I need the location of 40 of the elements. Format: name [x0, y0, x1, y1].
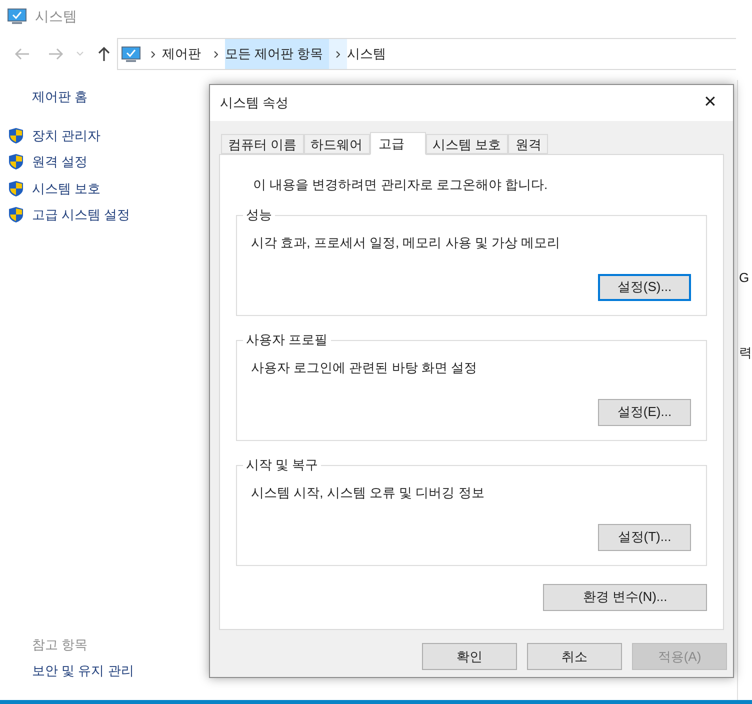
sidebar-link[interactable]: 원격 설정 [32, 152, 88, 172]
up-icon[interactable] [97, 46, 111, 62]
chevron-icon[interactable] [214, 50, 218, 58]
chevron-icon[interactable] [336, 50, 340, 58]
breadcrumb-item[interactable]: 제어판 [162, 39, 207, 69]
sidebar-link[interactable]: 고급 시스템 설정 [32, 205, 130, 224]
sidebar-link[interactable]: 시스템 보호 [32, 178, 101, 198]
group-description: 시각 효과, 프로세서 일정, 메모리 사용 및 가상 메모리 [251, 234, 562, 252]
section-heading: 참고 항목 [32, 636, 89, 654]
dialog-title: 시스템 속성 [220, 94, 289, 112]
chevron-icon[interactable] [151, 50, 155, 58]
partial-text: G [739, 269, 750, 287]
tab[interactable]: 시스템 보호 [426, 134, 508, 154]
group-description: 사용자 로그인에 관련된 바탕 화면 설정 [251, 358, 478, 376]
tab[interactable]: 고급 [370, 132, 426, 155]
tab[interactable]: 컴퓨터 이름 [221, 134, 304, 154]
computer-icon [7, 8, 27, 25]
computer-icon [121, 46, 141, 62]
shield-icon [8, 180, 24, 197]
settings-button[interactable]: 설정(S)... [598, 274, 691, 300]
notice-text: 이 내용을 변경하려면 관리자로 로그온해야 합니다. [253, 176, 549, 194]
breadcrumb-item[interactable]: 모든 제어판 항목 [225, 39, 330, 69]
settings-button[interactable]: 설정(T)... [598, 524, 691, 550]
partial-text: 력 [739, 344, 752, 362]
dialog-button[interactable]: 취소 [527, 643, 622, 670]
sidebar-link[interactable]: 보안 및 유지 관리 [32, 660, 134, 680]
environment-variables-button[interactable]: 환경 변수(N)... [543, 584, 707, 610]
sidebar-link[interactable]: 장치 관리자 [32, 126, 101, 145]
settings-button[interactable]: 설정(E)... [598, 398, 691, 426]
window-title: 시스템 [35, 7, 77, 26]
close-button[interactable]: ✕ [687, 85, 733, 121]
tab[interactable]: 원격 [508, 134, 548, 154]
tab[interactable]: 하드웨어 [304, 134, 370, 154]
dialog-button[interactable]: 확인 [422, 643, 517, 670]
shield-icon [8, 206, 24, 224]
shield-icon [8, 126, 24, 144]
group-description: 시스템 시작, 시스템 오류 및 디버깅 정보 [251, 484, 486, 502]
breadcrumb-item[interactable]: 시스템 [347, 39, 392, 69]
address-bar[interactable]: 제어판 모든 제어판 항목 시스템 [117, 38, 736, 70]
shield-icon [8, 153, 24, 170]
